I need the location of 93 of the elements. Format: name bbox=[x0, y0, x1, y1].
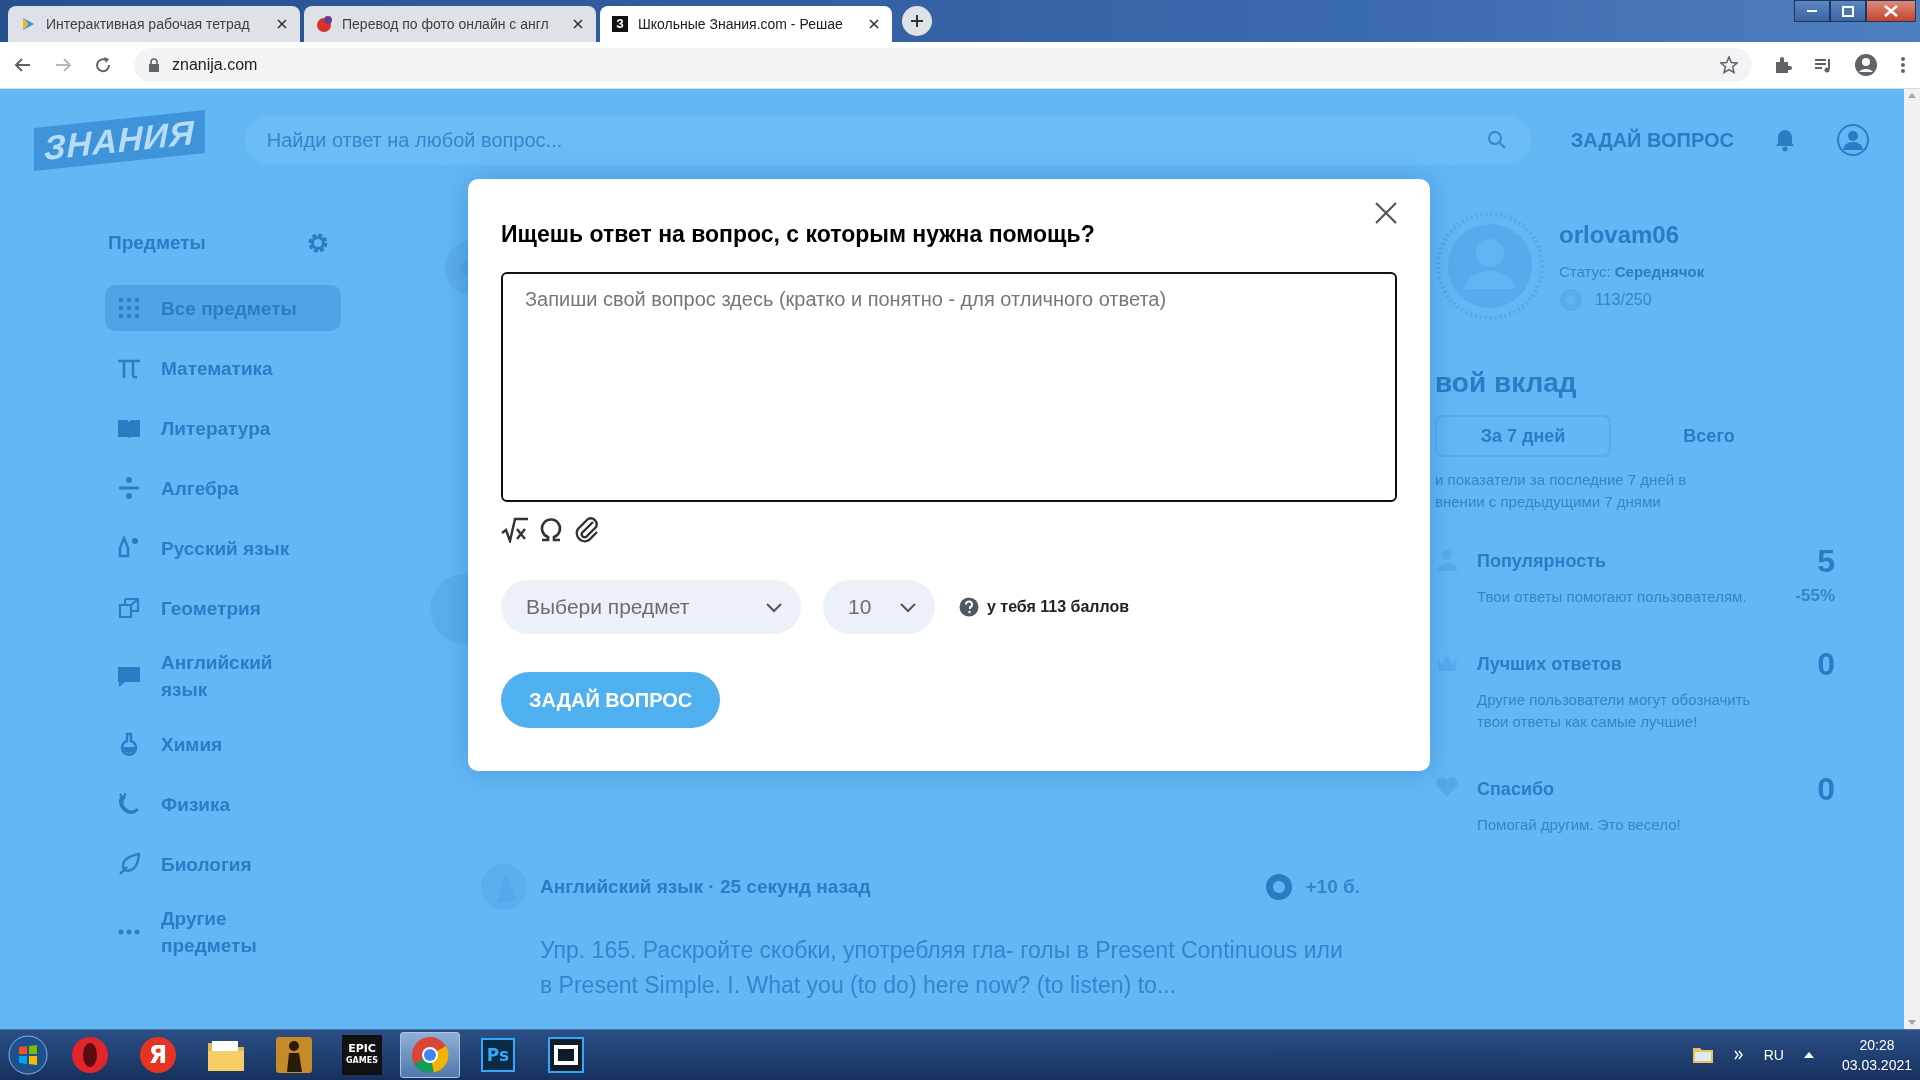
subject-item[interactable]: Химия bbox=[105, 721, 341, 767]
clock-time[interactable]: 20:28 bbox=[1859, 1037, 1895, 1053]
subject-item[interactable]: Русский язык bbox=[105, 525, 341, 571]
sidebar-title: Предметы bbox=[108, 232, 206, 254]
address-bar[interactable]: znanija.com bbox=[134, 48, 1752, 82]
modal-title: Ищешь ответ на вопрос, с которым нужна помощь? bbox=[501, 221, 1096, 248]
stat-title: Популярность bbox=[1477, 551, 1607, 572]
taskbar-app[interactable]: Ps bbox=[468, 1032, 528, 1078]
tray-folder-icon[interactable] bbox=[1691, 1046, 1714, 1064]
tray-arrow-icon[interactable] bbox=[1803, 1052, 1814, 1058]
more-icon bbox=[117, 929, 141, 935]
opera-logo-icon bbox=[71, 1036, 109, 1074]
star-icon[interactable] bbox=[1720, 56, 1738, 74]
stat-title: Спасибо bbox=[1477, 779, 1555, 800]
chevron-down-icon bbox=[899, 601, 917, 613]
browser-logo: Я bbox=[140, 1037, 176, 1073]
browser-tab[interactable]: Интерактивная рабочая тетрад bbox=[8, 6, 300, 42]
paperclip-icon[interactable] bbox=[573, 516, 601, 544]
minimize-button[interactable] bbox=[1794, 0, 1830, 22]
subject-item[interactable]: Литература bbox=[105, 405, 341, 451]
browser-tab[interactable]: З Школьные Знания.com - Решае bbox=[600, 6, 892, 42]
site-favicon: З bbox=[612, 16, 628, 32]
url-text: znanija.com bbox=[172, 56, 258, 74]
minimize-icon bbox=[1807, 10, 1817, 12]
subject-item[interactable]: Другие предметы bbox=[105, 901, 341, 963]
ask-question-button[interactable]: ЗАДАЙ ВОПРОС bbox=[501, 672, 721, 728]
close-icon bbox=[1884, 5, 1898, 17]
more-icon[interactable] bbox=[1900, 56, 1906, 74]
subject-dropdown[interactable]: Выбери предмет bbox=[501, 580, 801, 634]
omega-icon[interactable] bbox=[539, 517, 563, 543]
windows-logo-icon bbox=[8, 1035, 48, 1075]
subject-item[interactable]: Физика bbox=[105, 781, 341, 827]
back-icon[interactable] bbox=[14, 56, 32, 74]
close-icon[interactable] bbox=[276, 18, 288, 30]
photoshop-logo: Ps bbox=[481, 1038, 515, 1072]
subject-item[interactable]: Геометрия bbox=[105, 585, 341, 631]
close-button[interactable] bbox=[1374, 201, 1398, 225]
chrome-logo-icon bbox=[411, 1036, 449, 1074]
stat-value: 0 bbox=[1817, 771, 1835, 808]
play-icon bbox=[20, 16, 36, 32]
taskbar-app[interactable]: EPIC GAMES bbox=[332, 1032, 392, 1078]
coin-icon bbox=[1265, 873, 1294, 901]
language-indicator[interactable]: RU bbox=[1763, 1047, 1784, 1063]
soldier-icon bbox=[275, 1036, 313, 1074]
help-icon[interactable] bbox=[959, 597, 979, 617]
close-icon bbox=[1374, 201, 1398, 225]
window-close-button[interactable] bbox=[1866, 0, 1916, 22]
site-logo[interactable]: ЗНАНИЯ bbox=[34, 109, 205, 171]
profile-avatar-icon bbox=[1435, 211, 1545, 321]
subject-item[interactable]: Математика bbox=[105, 345, 341, 391]
grid-icon bbox=[117, 296, 141, 320]
chevron-right-icon[interactable] bbox=[1733, 1050, 1744, 1060]
close-icon[interactable] bbox=[868, 18, 880, 30]
clock-date[interactable]: 03.03.2021 bbox=[1841, 1057, 1912, 1073]
ask-question-link[interactable]: ЗАДАЙ ВОПРОС bbox=[1570, 128, 1734, 152]
section-title: вой вклад bbox=[1435, 367, 1578, 399]
cube-icon bbox=[117, 596, 141, 620]
translate-icon bbox=[316, 16, 332, 32]
pen-icon bbox=[117, 536, 141, 560]
search-field[interactable]: Найди ответ на любой вопрос... bbox=[244, 115, 1531, 165]
question-field[interactable]: Запиши свой вопрос здесь (кратко и понятно - для отличного ответа) bbox=[501, 272, 1397, 502]
stat-title: Лучших ответов bbox=[1477, 654, 1622, 675]
reload-icon[interactable] bbox=[94, 56, 112, 74]
maximize-icon bbox=[1842, 5, 1854, 17]
period-tab[interactable]: Всего bbox=[1621, 415, 1797, 457]
magnet-icon bbox=[117, 792, 141, 816]
browser-tab[interactable]: Перевод по фото онлайн с англ bbox=[304, 6, 596, 42]
subject-item[interactable]: Биология bbox=[105, 841, 341, 887]
divide-icon bbox=[117, 476, 141, 500]
stat-value: 0 bbox=[1817, 646, 1835, 683]
chevron-down-icon bbox=[765, 601, 783, 613]
square-root-icon[interactable] bbox=[501, 517, 529, 543]
subject-item[interactable]: Алгебра bbox=[105, 465, 341, 511]
puzzle-icon[interactable] bbox=[1774, 56, 1792, 74]
maximize-button[interactable] bbox=[1830, 0, 1866, 22]
question-meta: Английский язык · 25 секунд назад bbox=[540, 876, 872, 898]
plus-icon bbox=[910, 14, 924, 28]
taskbar-app[interactable]: Я bbox=[128, 1032, 188, 1078]
account-icon[interactable] bbox=[1854, 53, 1878, 77]
points-dropdown[interactable]: 10 bbox=[823, 580, 935, 634]
period-tab[interactable]: За 7 дней bbox=[1435, 415, 1611, 457]
speech-bubble-icon bbox=[117, 664, 141, 688]
game-launcher-logo: EPIC GAMES bbox=[342, 1035, 382, 1075]
username[interactable]: orlovam06 bbox=[1559, 221, 1705, 249]
playlist-icon[interactable] bbox=[1814, 56, 1832, 74]
subject-item[interactable]: Английский язык bbox=[105, 645, 341, 707]
leaf-icon bbox=[117, 852, 141, 876]
film-icon bbox=[548, 1037, 584, 1073]
stat-value: 5 bbox=[1817, 543, 1835, 580]
lock-icon bbox=[148, 58, 160, 72]
new-tab-button[interactable] bbox=[902, 6, 932, 36]
close-icon[interactable] bbox=[572, 18, 584, 30]
points-balance: у тебя 113 баллов bbox=[987, 598, 1130, 616]
